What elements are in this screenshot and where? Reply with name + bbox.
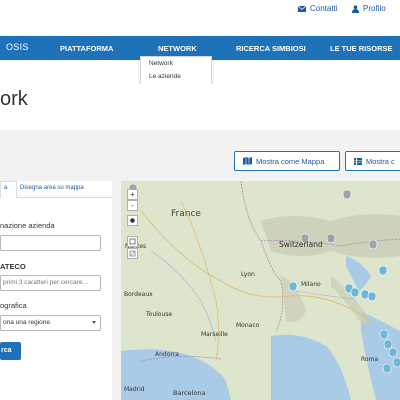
page-header <box>0 84 400 124</box>
dropdown-item-aziende[interactable]: Le aziende <box>149 73 181 80</box>
map-marker[interactable] <box>379 329 389 340</box>
company-map[interactable]: France Switzerland Milano Lyon Monaco Ma… <box>121 181 400 400</box>
map-marker[interactable] <box>378 265 388 276</box>
show-list-button[interactable]: Mostra c <box>345 151 400 171</box>
page-title: ork <box>0 88 28 110</box>
clear-icon <box>129 250 136 257</box>
company-name-label: nazione azienda <box>0 221 55 230</box>
map-label-marseille: Marseille <box>201 331 228 338</box>
map-marker[interactable] <box>368 239 378 250</box>
draw-area-button[interactable] <box>127 236 138 247</box>
top-utility-bar: Contatti Profilo <box>0 0 400 20</box>
map-marker[interactable] <box>326 233 336 244</box>
map-marker[interactable] <box>342 189 352 200</box>
draw-point-button[interactable] <box>127 215 138 226</box>
map-marker[interactable] <box>383 339 393 350</box>
square-icon <box>129 238 136 245</box>
chevron-down-icon <box>92 321 96 324</box>
map-label-bordeaux: Bordeaux <box>124 291 153 298</box>
map-label-milano: Milano <box>301 281 321 288</box>
show-map-label: Mostra come Mappa <box>256 156 325 166</box>
map-label-monaco: Monaco <box>236 322 260 329</box>
tab-search[interactable]: a <box>4 185 7 191</box>
map-marker[interactable] <box>388 347 398 358</box>
map-marker[interactable] <box>382 363 392 374</box>
map-marker[interactable] <box>360 289 370 300</box>
zoom-out-button[interactable]: - <box>127 200 138 211</box>
map-label-madrid: Madrid <box>124 386 145 393</box>
geo-area-label: ografica <box>0 301 27 310</box>
show-map-button[interactable]: Mostra come Mappa <box>234 151 340 171</box>
user-icon <box>352 4 359 13</box>
profile-label: Profilo <box>363 4 386 13</box>
map-label-france: France <box>171 209 201 219</box>
profile-link[interactable]: Profilo <box>352 4 386 13</box>
ateco-input[interactable]: primi 3 caratteri per cercare... <box>0 275 101 291</box>
map-label-barcelona: Barcelona <box>173 389 206 397</box>
circle-icon <box>130 218 135 223</box>
tab-draw-area[interactable]: Disegna area su mappa <box>20 185 84 191</box>
dropdown-item-network[interactable]: Network <box>149 60 173 67</box>
contacts-link[interactable]: Contatti <box>298 4 338 13</box>
region-select-value: ona una regione <box>3 319 50 326</box>
map-label-roma: Roma <box>361 356 379 363</box>
map-marker[interactable] <box>350 287 360 298</box>
map-label-toulouse: Toulouse <box>146 311 173 318</box>
company-name-input[interactable] <box>0 235 101 251</box>
envelope-icon <box>298 5 306 12</box>
map-icon <box>243 157 252 165</box>
tab-active-frame <box>0 181 17 198</box>
map-marker[interactable] <box>367 291 377 302</box>
zoom-in-button[interactable]: + <box>127 189 138 200</box>
map-canvas <box>121 181 400 400</box>
list-icon <box>354 157 362 165</box>
nav-item-piattaforma[interactable]: PIATTAFORMA <box>60 44 113 53</box>
nav-item-network[interactable]: NETWORK <box>158 44 197 53</box>
ateco-label: ATECO <box>0 262 26 271</box>
network-dropdown: Network Le aziende <box>140 56 212 86</box>
brand-name: OSIS <box>6 42 29 52</box>
clear-area-button[interactable] <box>127 248 138 259</box>
nav-item-le-tue-risorse[interactable]: LE TUE RISORSE <box>330 44 393 53</box>
map-label-andorra: Andorra <box>155 351 179 358</box>
map-marker[interactable] <box>392 357 400 368</box>
map-marker[interactable] <box>288 281 298 292</box>
map-label-lyon: Lyon <box>241 271 255 278</box>
map-label-switzerland: Switzerland <box>279 240 323 249</box>
contacts-label: Contatti <box>310 4 338 13</box>
nav-item-ricerca-simbiosi[interactable]: RICERCA SIMBIOSI <box>236 44 306 53</box>
show-list-label: Mostra c <box>366 156 395 166</box>
brand-logo[interactable]: OSIS <box>0 36 50 60</box>
search-button[interactable]: rca <box>0 342 21 360</box>
region-select[interactable]: ona una regione <box>0 315 101 331</box>
